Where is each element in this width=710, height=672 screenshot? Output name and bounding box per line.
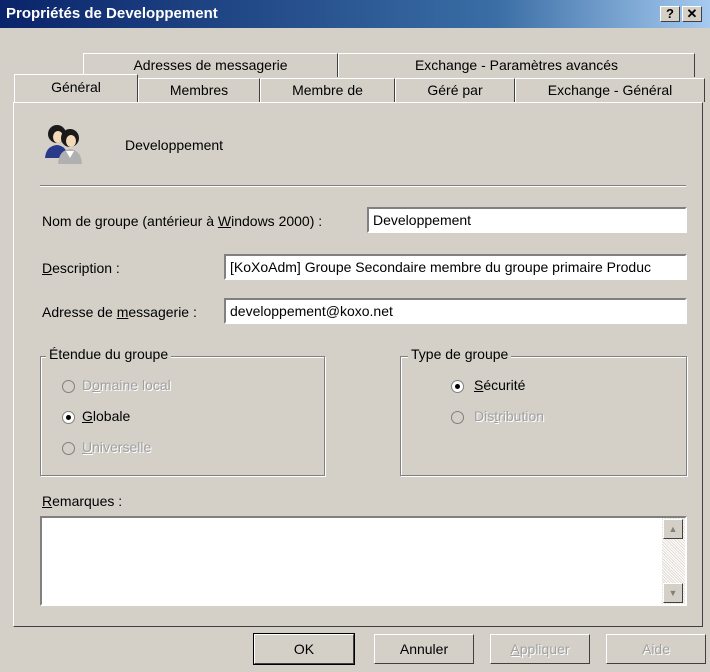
group-type-legend: Type de groupe <box>408 346 512 362</box>
description-field[interactable]: [KoXoAdm] Groupe Secondaire membre du gr… <box>224 254 687 280</box>
scroll-down-arrow-icon[interactable]: ▼ <box>663 583 683 603</box>
email-field[interactable]: developpement@koxo.net <box>224 298 687 324</box>
radio-universelle[interactable] <box>62 442 75 455</box>
notes-label: Remarques : <box>42 493 123 509</box>
radio-securite[interactable] <box>451 380 464 393</box>
tab-exchange-general[interactable]: Exchange - Général <box>515 78 705 102</box>
scroll-up-arrow-icon[interactable]: ▲ <box>663 519 683 539</box>
tab-exchange-parametres-avances[interactable]: Exchange - Paramètres avancés <box>338 53 695 77</box>
tab-membre-de[interactable]: Membre de <box>260 78 395 102</box>
radio-globale-label: Globale <box>82 408 131 424</box>
group-users-icon <box>40 120 88 168</box>
email-label: Adresse de messagerie : <box>42 304 197 320</box>
close-button[interactable]: ✕ <box>682 6 702 22</box>
apply-button[interactable]: Appliquer <box>490 634 590 664</box>
radio-distribution[interactable] <box>451 411 464 424</box>
radio-universelle-label: Universelle <box>82 439 152 455</box>
tab-membres[interactable]: Membres <box>138 78 260 102</box>
radio-domaine-local[interactable] <box>62 380 75 393</box>
tab-gere-par[interactable]: Géré par <box>395 78 515 102</box>
description-label: Description : <box>42 260 120 276</box>
radio-distribution-label: Distribution <box>474 408 545 424</box>
help-button[interactable]: ? <box>660 6 680 22</box>
ok-button[interactable]: OK <box>253 633 355 665</box>
group-scope-legend: Étendue du groupe <box>46 346 172 362</box>
separator <box>40 185 686 187</box>
tab-general[interactable]: Général <box>14 74 138 102</box>
notes-textarea[interactable] <box>40 516 687 606</box>
group-name: Developpement <box>125 137 224 153</box>
radio-securite-label: Sécurité <box>474 377 526 393</box>
help-dialog-button[interactable]: Aide <box>606 634 706 664</box>
prew2k-label: Nom de groupe (antérieur à Windows 2000)… <box>42 213 323 229</box>
radio-globale[interactable] <box>62 411 75 424</box>
radio-domaine-local-label: Domaine local <box>82 377 171 393</box>
prew2k-name-field[interactable]: Developpement <box>367 207 687 233</box>
cancel-button[interactable]: Annuler <box>374 634 474 664</box>
window-title: Propriétés de Developpement <box>6 5 218 22</box>
